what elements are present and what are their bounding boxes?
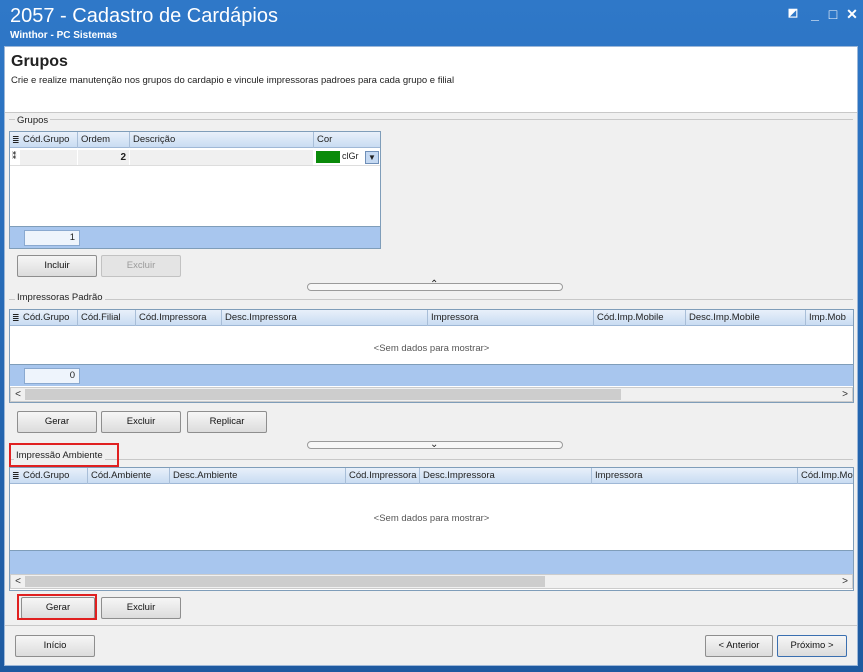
col-cod-grupo[interactable]: Cód.Grupo [20, 132, 78, 148]
section-grupos-label: Grupos [15, 115, 51, 126]
app-window: 2057 - Cadastro de Cardápios Winthor - P… [0, 0, 863, 672]
grupos-grid-header: ≣ Cód.Grupo Ordem Descrição Cor [10, 132, 380, 148]
maximize-button[interactable]: □ [824, 6, 842, 22]
cell-cor-value: clGr [342, 151, 359, 161]
splitter-top[interactable]: ⌃ [307, 279, 563, 291]
col-cod-imp-mobile[interactable]: Cód.Imp.Mobile [594, 310, 686, 326]
cell-ordem[interactable]: 2 [78, 150, 129, 165]
page-description: Crie e realize manutenção nos grupos do … [11, 75, 455, 86]
col-cod-grupo[interactable]: Cód.Grupo [20, 310, 78, 326]
col-cod-filial[interactable]: Cód.Filial [78, 310, 136, 326]
col-impressora[interactable]: Impressora [428, 310, 594, 326]
column-chooser-icon[interactable]: ≣ [12, 135, 20, 146]
impressoras-grid-header: ≣ Cód.Grupo Cód.Filial Cód.Impressora De… [10, 310, 853, 326]
empty-message: <Sem dados para mostrar> [373, 343, 490, 354]
chevron-down-icon[interactable]: ▼ [365, 151, 379, 164]
grupos-grid[interactable]: ≣ Cód.Grupo Ordem Descrição Cor ⁑ 2 clGr… [9, 131, 381, 249]
impressoras-hscrollbar[interactable]: < > [10, 387, 853, 402]
replicar-button[interactable]: Replicar [187, 411, 267, 433]
col-cod-impressora[interactable]: Cód.Impressora [136, 310, 222, 326]
close-button[interactable]: ✕ [843, 6, 861, 23]
ambiente-grid[interactable]: ≣ Cód.Grupo Cód.Ambiente Desc.Ambiente C… [9, 467, 854, 591]
row-indicator-icon: ⁑ [12, 151, 17, 161]
column-chooser-icon[interactable]: ≣ [12, 313, 20, 324]
scroll-thumb[interactable] [25, 576, 545, 587]
window-title: 2057 - Cadastro de Cardápios [10, 5, 278, 27]
grupos-footer: 1 [10, 226, 380, 248]
col-cod-impressora[interactable]: Cód.Impressora [346, 468, 420, 484]
grupos-count: 1 [24, 230, 80, 246]
col-desc-imp-mobile[interactable]: Desc.Imp.Mobile [686, 310, 806, 326]
ambiente-footer [10, 550, 853, 574]
inicio-button[interactable]: Início [15, 635, 95, 657]
empty-message: <Sem dados para mostrar> [373, 513, 490, 524]
gerar-impressora-button[interactable]: Gerar [17, 411, 97, 433]
title-bar: 2057 - Cadastro de Cardápios Winthor - P… [0, 0, 863, 44]
restore-icon[interactable]: ◩ [784, 6, 802, 19]
scroll-left-icon[interactable]: < [11, 388, 25, 401]
chevron-up-icon: ⌃ [430, 279, 439, 290]
col-cod-imp-mo[interactable]: Cód.Imp.Mo [798, 468, 853, 484]
highlight-ambiente-label [9, 443, 119, 467]
col-cod-ambiente[interactable]: Cód.Ambiente [88, 468, 170, 484]
ambiente-hscrollbar[interactable]: < > [10, 574, 853, 589]
window-subtitle: Winthor - PC Sistemas [10, 30, 118, 41]
scroll-right-icon[interactable]: > [838, 388, 852, 401]
cell-descricao[interactable] [130, 150, 313, 165]
excluir-grupo-button[interactable]: Excluir [101, 255, 181, 277]
impressoras-footer: 0 [10, 364, 853, 386]
incluir-button[interactable]: Incluir [17, 255, 97, 277]
col-impressora[interactable]: Impressora [592, 468, 798, 484]
col-cor[interactable]: Cor [314, 132, 380, 148]
section-impressoras-label: Impressoras Padrão [15, 292, 105, 303]
excluir-impressora-button[interactable]: Excluir [101, 411, 181, 433]
page-title: Grupos [11, 53, 68, 70]
col-desc-impressora[interactable]: Desc.Impressora [222, 310, 428, 326]
anterior-button[interactable]: < Anterior [705, 635, 773, 657]
cell-cod-grupo[interactable] [20, 150, 77, 165]
highlight-gerar-button [17, 594, 97, 620]
ambiente-grid-header: ≣ Cód.Grupo Cód.Ambiente Desc.Ambiente C… [10, 468, 853, 484]
table-row[interactable]: ⁑ 2 clGr ▼ [10, 149, 380, 166]
scroll-thumb[interactable] [25, 389, 621, 400]
minimize-button[interactable]: _ [806, 6, 824, 22]
col-imp-mob[interactable]: Imp.Mob [806, 310, 853, 326]
splitter-bottom[interactable]: ⌄ [307, 439, 563, 450]
col-cod-grupo[interactable]: Cód.Grupo [20, 468, 88, 484]
column-chooser-icon[interactable]: ≣ [12, 471, 20, 482]
excluir-ambiente-button[interactable]: Excluir [101, 597, 181, 619]
impressoras-grid[interactable]: ≣ Cód.Grupo Cód.Filial Cód.Impressora De… [9, 309, 854, 403]
col-descricao[interactable]: Descrição [130, 132, 314, 148]
col-desc-impressora[interactable]: Desc.Impressora [420, 468, 592, 484]
client-area: Grupos Crie e realize manutenção nos gru… [4, 46, 858, 666]
color-swatch [316, 151, 340, 163]
impressoras-count: 0 [24, 368, 80, 384]
scroll-right-icon[interactable]: > [838, 575, 852, 588]
col-desc-ambiente[interactable]: Desc.Ambiente [170, 468, 346, 484]
page-header: Grupos Crie e realize manutenção nos gru… [5, 47, 857, 113]
scroll-left-icon[interactable]: < [11, 575, 25, 588]
col-ordem[interactable]: Ordem [78, 132, 130, 148]
chevron-down-icon: ⌄ [430, 439, 439, 450]
proximo-button[interactable]: Próximo > [777, 635, 847, 657]
